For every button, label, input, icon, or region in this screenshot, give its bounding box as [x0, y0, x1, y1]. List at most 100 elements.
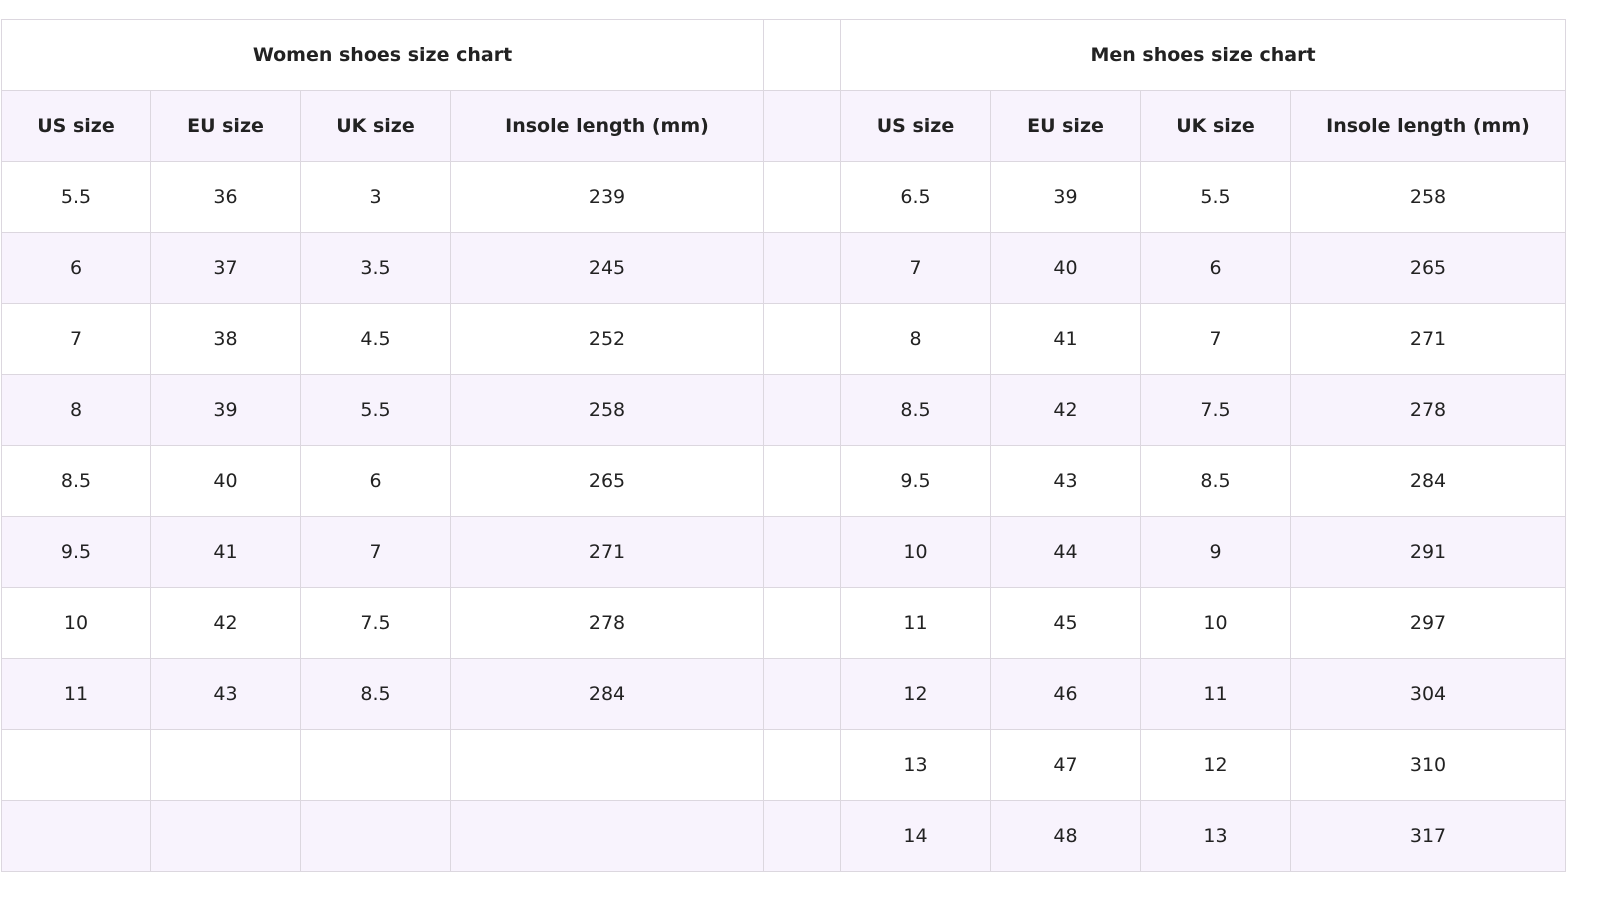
women-eu-cell: 37	[150, 232, 301, 304]
men-uk-cell: 6	[1140, 232, 1291, 304]
men-us-cell: 7	[840, 232, 991, 304]
table-row: 14 48 13 317	[1, 800, 1567, 872]
women-us-cell: 7	[1, 303, 151, 375]
men-us-cell: 13	[840, 729, 991, 801]
table-body: Women shoes size chart Men shoes size ch…	[1, 19, 1567, 872]
women-insole-cell: 239	[450, 161, 764, 233]
men-header-insole: Insole length (mm)	[1289, 90, 1567, 162]
men-header-us: US size	[840, 90, 991, 162]
women-eu-cell: 36	[150, 161, 301, 233]
men-chart-title: Men shoes size chart	[839, 19, 1567, 91]
women-header-eu: EU size	[150, 90, 301, 162]
women-insole-cell: 271	[450, 516, 764, 588]
table-row: 11 43 8.5 284 12 46 11 304	[1, 658, 1567, 730]
women-eu-cell: 43	[150, 658, 301, 730]
women-chart-title: Women shoes size chart	[1, 19, 764, 91]
women-insole-cell	[450, 729, 764, 801]
men-insole-cell: 258	[1289, 161, 1567, 233]
men-insole-cell: 278	[1289, 374, 1567, 446]
header-row: US size EU size UK size Insole length (m…	[1, 90, 1567, 162]
separator-cell	[763, 232, 841, 304]
table-row: 6 37 3.5 245 7 40 6 265	[1, 232, 1567, 304]
men-insole-cell: 271	[1289, 303, 1567, 375]
women-us-cell: 8	[1, 374, 151, 446]
women-uk-cell: 3.5	[300, 232, 451, 304]
men-us-cell: 10	[840, 516, 991, 588]
separator-cell	[763, 303, 841, 375]
separator-cell	[763, 587, 841, 659]
table-row: 13 47 12 310	[1, 729, 1567, 801]
table-row: 7 38 4.5 252 8 41 7 271	[1, 303, 1567, 375]
men-insole-cell: 265	[1289, 232, 1567, 304]
men-uk-cell: 8.5	[1140, 445, 1291, 517]
women-uk-cell	[300, 800, 451, 872]
chart-title-row: Women shoes size chart Men shoes size ch…	[1, 19, 1567, 91]
women-insole-cell: 252	[450, 303, 764, 375]
men-insole-cell: 284	[1289, 445, 1567, 517]
table-row: 8.5 40 6 265 9.5 43 8.5 284	[1, 445, 1567, 517]
women-eu-cell	[150, 800, 301, 872]
men-eu-cell: 43	[990, 445, 1141, 517]
separator-cell	[763, 516, 841, 588]
women-us-cell: 10	[1, 587, 151, 659]
women-eu-cell: 42	[150, 587, 301, 659]
men-eu-cell: 47	[990, 729, 1141, 801]
men-header-eu: EU size	[990, 90, 1141, 162]
separator-cell	[763, 19, 841, 91]
women-insole-cell: 245	[450, 232, 764, 304]
separator-cell	[763, 729, 841, 801]
women-insole-cell: 278	[450, 587, 764, 659]
men-insole-cell: 304	[1289, 658, 1567, 730]
women-header-us: US size	[1, 90, 151, 162]
women-eu-cell: 40	[150, 445, 301, 517]
men-eu-cell: 46	[990, 658, 1141, 730]
men-eu-cell: 39	[990, 161, 1141, 233]
women-us-cell: 9.5	[1, 516, 151, 588]
men-insole-cell: 317	[1289, 800, 1567, 872]
women-us-cell: 8.5	[1, 445, 151, 517]
table-row: 8 39 5.5 258 8.5 42 7.5 278	[1, 374, 1567, 446]
women-header-uk: UK size	[300, 90, 451, 162]
men-uk-cell: 12	[1140, 729, 1291, 801]
separator-cell	[763, 374, 841, 446]
women-uk-cell: 5.5	[300, 374, 451, 446]
women-eu-cell: 38	[150, 303, 301, 375]
women-uk-cell: 7	[300, 516, 451, 588]
women-insole-cell: 258	[450, 374, 764, 446]
shoe-size-table: Women shoes size chart Men shoes size ch…	[1, 19, 1567, 872]
men-eu-cell: 40	[990, 232, 1141, 304]
men-header-uk: UK size	[1140, 90, 1291, 162]
men-us-cell: 8.5	[840, 374, 991, 446]
men-eu-cell: 42	[990, 374, 1141, 446]
men-us-cell: 12	[840, 658, 991, 730]
men-uk-cell: 7.5	[1140, 374, 1291, 446]
women-uk-cell: 3	[300, 161, 451, 233]
men-eu-cell: 45	[990, 587, 1141, 659]
men-insole-cell: 291	[1289, 516, 1567, 588]
men-eu-cell: 41	[990, 303, 1141, 375]
separator-cell	[763, 800, 841, 872]
women-us-cell: 5.5	[1, 161, 151, 233]
men-uk-cell: 10	[1140, 587, 1291, 659]
men-uk-cell: 7	[1140, 303, 1291, 375]
women-eu-cell	[150, 729, 301, 801]
men-insole-cell: 310	[1289, 729, 1567, 801]
men-insole-cell: 297	[1289, 587, 1567, 659]
men-us-cell: 6.5	[840, 161, 991, 233]
women-insole-cell: 265	[450, 445, 764, 517]
table-row: 10 42 7.5 278 11 45 10 297	[1, 587, 1567, 659]
men-uk-cell: 11	[1140, 658, 1291, 730]
men-eu-cell: 48	[990, 800, 1141, 872]
women-uk-cell: 4.5	[300, 303, 451, 375]
separator-cell	[763, 161, 841, 233]
women-us-cell	[1, 800, 151, 872]
men-us-cell: 14	[840, 800, 991, 872]
women-us-cell: 11	[1, 658, 151, 730]
women-us-cell: 6	[1, 232, 151, 304]
table-row: 5.5 36 3 239 6.5 39 5.5 258	[1, 161, 1567, 233]
women-us-cell	[1, 729, 151, 801]
women-uk-cell: 6	[300, 445, 451, 517]
separator-cell	[763, 658, 841, 730]
men-uk-cell: 13	[1140, 800, 1291, 872]
women-header-insole: Insole length (mm)	[450, 90, 764, 162]
